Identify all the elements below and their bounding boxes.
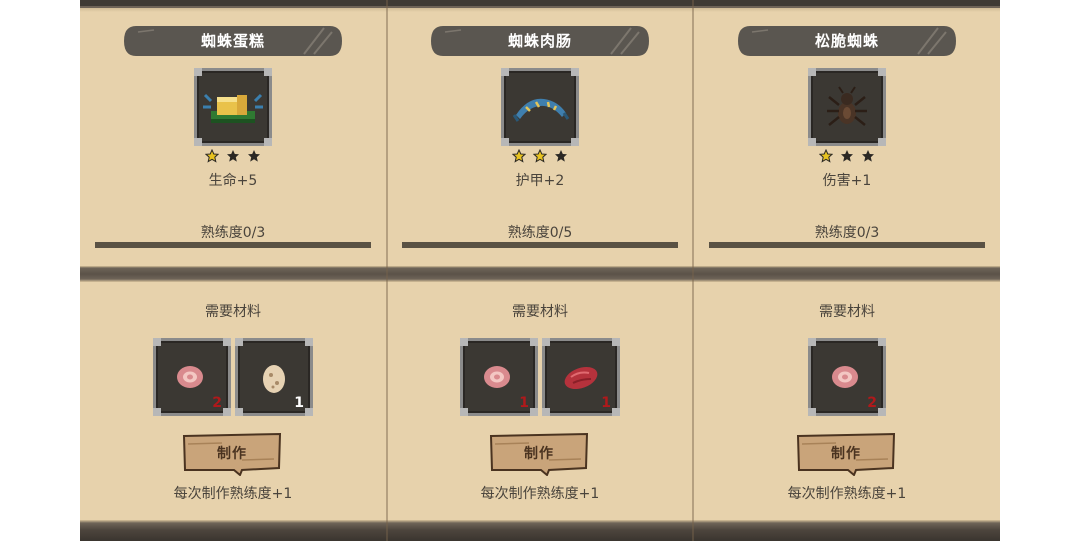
recipe-name: 蜘蛛蛋糕 — [200, 32, 265, 50]
recipe-card-spider-cake: 蜘蛛蛋糕 生命+5 熟练度0/3 需要材料 2 1 制作 每次制作熟练度+1 — [80, 0, 386, 541]
material-slot[interactable]: 2 — [153, 338, 231, 416]
rarity-stars — [387, 148, 693, 164]
craft-button[interactable]: 制作 — [796, 432, 896, 476]
star-filled-icon — [818, 149, 833, 163]
recipe-name: 蜘蛛肉肠 — [507, 32, 572, 50]
recipe-item-slot[interactable] — [808, 68, 886, 146]
rarity-stars — [694, 148, 1000, 164]
star-empty-icon — [841, 150, 853, 162]
material-slot[interactable]: 1 — [542, 338, 620, 416]
recipe-title-banner: 蜘蛛肉肠 — [431, 24, 649, 58]
recipe-card-spider-sausage: 蜘蛛肉肠 护甲+2 熟练度0/5 需要材料 1 1 制作 每次制作熟练度+1 — [387, 0, 693, 541]
proficiency-text: 熟练度0/5 — [507, 225, 573, 241]
star-empty-icon — [555, 150, 568, 162]
recipe-stat: 护甲+2 — [515, 173, 565, 189]
star-filled-icon — [204, 149, 219, 163]
craft-note: 每次制作熟练度+1 — [787, 486, 907, 502]
star-empty-icon — [862, 150, 875, 162]
recipe-title-banner: 蜘蛛蛋糕 — [124, 24, 342, 58]
material-slot[interactable]: 2 — [808, 338, 886, 416]
material-quantity: 2 — [867, 395, 877, 411]
recipe-stat: 伤害+1 — [822, 173, 872, 189]
material-quantity: 1 — [294, 395, 304, 411]
materials-label: 需要材料 — [819, 304, 875, 320]
materials-label: 需要材料 — [205, 304, 261, 320]
star-empty-icon — [227, 150, 239, 162]
recipe-card-crispy-spider: 松脆蜘蛛 伤害+1 熟练度0/3 需要材料 2 制作 每次制作熟练度+1 — [694, 0, 1000, 541]
material-slot[interactable]: 1 — [235, 338, 313, 416]
recipe-item-slot[interactable] — [194, 68, 272, 146]
material-quantity: 2 — [212, 395, 222, 411]
craft-button[interactable]: 制作 — [182, 432, 282, 476]
craft-button[interactable]: 制作 — [489, 432, 589, 476]
spider-cake-icon — [203, 93, 263, 123]
craft-note: 每次制作熟练度+1 — [173, 486, 293, 502]
rarity-stars — [80, 148, 386, 164]
craft-button-label: 制作 — [831, 446, 861, 462]
recipe-name: 松脆蜘蛛 — [814, 32, 879, 50]
proficiency-bar — [402, 242, 678, 248]
proficiency-text: 熟练度0/3 — [814, 225, 880, 241]
crafting-panel: 蜘蛛蛋糕 生命+5 熟练度0/3 需要材料 2 1 制作 每次制作熟练度+1 蜘… — [80, 0, 1000, 541]
material-quantity: 1 — [601, 395, 611, 411]
material-slot[interactable]: 1 — [460, 338, 538, 416]
star-filled-icon — [533, 149, 547, 163]
materials-label: 需要材料 — [512, 304, 568, 320]
proficiency-bar — [709, 242, 985, 248]
recipe-item-slot[interactable] — [501, 68, 579, 146]
recipe-title-banner: 松脆蜘蛛 — [738, 24, 956, 58]
proficiency-text: 熟练度0/3 — [200, 225, 266, 241]
crispy-spider-icon — [827, 86, 867, 126]
proficiency-bar — [95, 242, 371, 248]
spider-sausage-icon — [512, 98, 570, 122]
star-filled-icon — [511, 149, 526, 163]
material-quantity: 1 — [519, 395, 529, 411]
craft-note: 每次制作熟练度+1 — [480, 486, 600, 502]
recipe-stat: 生命+5 — [208, 173, 258, 189]
craft-button-label: 制作 — [524, 446, 554, 462]
craft-button-label: 制作 — [217, 446, 247, 462]
star-empty-icon — [248, 150, 261, 162]
